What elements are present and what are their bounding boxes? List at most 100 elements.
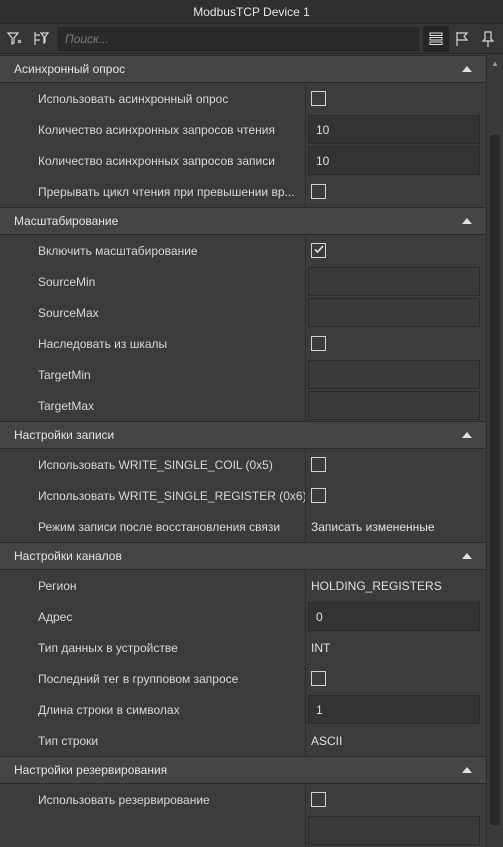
property-row: Режим записи после восстановления связи З… — [0, 511, 486, 542]
property-label: Включить масштабирование — [0, 235, 306, 266]
section-header[interactable]: Настройки резервирования — [0, 756, 486, 784]
property-value-cell — [306, 266, 486, 297]
property-checkbox[interactable] — [311, 457, 326, 472]
property-value-cell — [306, 390, 486, 421]
property-input[interactable]: 10 — [308, 115, 480, 144]
property-input[interactable] — [308, 267, 480, 296]
property-row: Использовать WRITE_SINGLE_REGISTER (0x6) — [0, 480, 486, 511]
property-value-cell — [306, 480, 486, 511]
property-value-cell: 10 — [306, 145, 486, 176]
section-title: Настройки резервирования — [14, 763, 168, 777]
property-checkbox[interactable] — [311, 184, 326, 199]
property-value[interactable]: HOLDING_REGISTERS — [308, 579, 442, 593]
flag-icon[interactable] — [449, 26, 475, 52]
property-input[interactable] — [308, 298, 480, 327]
property-value[interactable]: ASCII — [308, 734, 342, 748]
property-value-cell: HOLDING_REGISTERS — [306, 570, 486, 601]
property-label: Использовать WRITE_SINGLE_COIL (0x5) — [0, 449, 306, 480]
collapse-caret-icon[interactable] — [462, 767, 472, 773]
property-checkbox[interactable] — [311, 336, 326, 351]
property-value-cell — [306, 784, 486, 815]
property-label: Наследовать из шкалы — [0, 328, 306, 359]
property-row: TargetMin — [0, 359, 486, 390]
property-input[interactable] — [308, 360, 480, 389]
collapse-caret-icon[interactable] — [462, 66, 472, 72]
property-value[interactable]: Записать измененные — [308, 520, 435, 534]
property-label: SourceMin — [0, 266, 306, 297]
property-label — [0, 815, 306, 846]
property-row: Тип данных в устройстве INT — [0, 632, 486, 663]
property-input[interactable] — [308, 391, 480, 420]
property-value-cell — [306, 663, 486, 694]
property-row: Последний тег в групповом запросе — [0, 663, 486, 694]
section-title: Настройки записи — [14, 428, 115, 442]
property-checkbox[interactable] — [311, 91, 326, 106]
pin-icon[interactable] — [475, 26, 501, 52]
property-label: Использовать WRITE_SINGLE_REGISTER (0x6) — [0, 480, 306, 511]
property-row: Прерывать цикл чтения при превышении вр.… — [0, 176, 486, 207]
property-input[interactable]: 1 — [308, 695, 480, 724]
property-label: Длина строки в символах — [0, 694, 306, 725]
property-row: Использовать WRITE_SINGLE_COIL (0x5) — [0, 449, 486, 480]
property-row: Тип строки ASCII — [0, 725, 486, 756]
property-label: Последний тег в групповом запросе — [0, 663, 306, 694]
property-row: Использовать асинхронный опрос — [0, 83, 486, 114]
property-value-cell: 1 — [306, 694, 486, 725]
property-row — [0, 815, 486, 846]
property-value-cell — [306, 176, 486, 207]
property-row: Адрес 0 — [0, 601, 486, 632]
collapse-caret-icon[interactable] — [462, 218, 472, 224]
property-value-cell — [306, 328, 486, 359]
checkmark-icon — [313, 243, 325, 258]
property-row: Количество асинхронных запросов чтения 10 — [0, 114, 486, 145]
property-checkbox[interactable] — [311, 243, 326, 258]
section-header[interactable]: Масштабирование — [0, 207, 486, 235]
property-value[interactable]: INT — [308, 641, 330, 655]
property-row: Длина строки в символах 1 — [0, 694, 486, 725]
list-view-icon[interactable] — [423, 25, 449, 52]
vertical-scrollbar[interactable]: ▲ — [486, 55, 503, 847]
section-title: Настройки каналов — [14, 549, 122, 563]
property-checkbox[interactable] — [311, 488, 326, 503]
section-header[interactable]: Настройки записи — [0, 421, 486, 449]
property-input[interactable]: 10 — [308, 146, 480, 175]
property-row: TargetMax — [0, 390, 486, 421]
search-input[interactable]: Поиск... — [58, 26, 419, 51]
collapse-caret-icon[interactable] — [462, 432, 472, 438]
filter-icon[interactable] — [2, 26, 28, 52]
scroll-up-arrow-icon[interactable]: ▲ — [487, 55, 503, 71]
property-value-cell: 0 — [306, 601, 486, 632]
property-label: Тип строки — [0, 725, 306, 756]
section-title: Асинхронный опрос — [14, 62, 126, 76]
property-label: Регион — [0, 570, 306, 601]
property-value-cell — [306, 815, 486, 846]
scrollbar-thumb[interactable] — [490, 135, 500, 825]
property-checkbox[interactable] — [311, 671, 326, 686]
property-row: Включить масштабирование — [0, 235, 486, 266]
property-checkbox[interactable] — [311, 792, 326, 807]
collapse-caret-icon[interactable] — [462, 553, 472, 559]
property-input[interactable] — [308, 816, 480, 845]
section-title: Масштабирование — [14, 214, 119, 228]
property-value-cell — [306, 83, 486, 114]
property-row: SourceMin — [0, 266, 486, 297]
property-row: Регион HOLDING_REGISTERS — [0, 570, 486, 601]
window-title: ModbusTCP Device 1 — [0, 0, 503, 24]
property-label: TargetMax — [0, 390, 306, 421]
property-grid: Асинхронный опрос Использовать асинхронны… — [0, 55, 486, 847]
section-header[interactable]: Настройки каналов — [0, 542, 486, 570]
property-value-cell — [306, 449, 486, 480]
property-row: SourceMax — [0, 297, 486, 328]
property-label: Тип данных в устройстве — [0, 632, 306, 663]
property-row: Количество асинхронных запросов записи 10 — [0, 145, 486, 176]
section-header[interactable]: Асинхронный опрос — [0, 55, 486, 83]
property-label: TargetMin — [0, 359, 306, 390]
property-value-cell — [306, 297, 486, 328]
property-value-cell: ASCII — [306, 725, 486, 756]
toolbar: Поиск... — [0, 24, 503, 54]
property-label: Адрес — [0, 601, 306, 632]
tree-filter-icon[interactable] — [28, 26, 54, 52]
property-value-cell — [306, 235, 486, 266]
property-value-cell: Записать измененные — [306, 511, 486, 542]
property-input[interactable]: 0 — [308, 602, 480, 631]
